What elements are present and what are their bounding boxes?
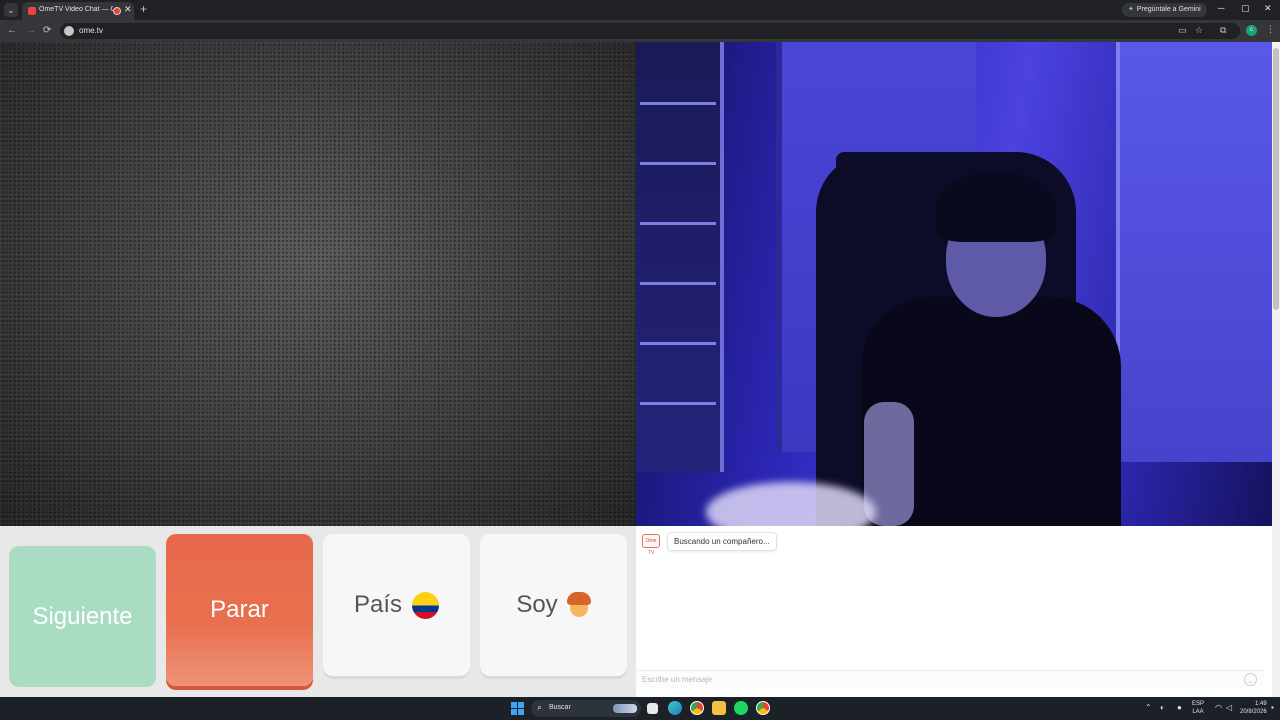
searching-status-message: Buscando un compañero...	[667, 532, 777, 551]
extensions-icon[interactable]: ⧉	[1220, 25, 1226, 36]
page-scrollbar[interactable]	[1272, 42, 1280, 697]
browser-menu-button[interactable]: ⋮	[1266, 24, 1275, 35]
close-window-button[interactable]: ✕	[1264, 3, 1272, 14]
gender-button-label: Soy	[516, 591, 558, 618]
recording-indicator-icon	[113, 7, 121, 15]
video-shelf	[636, 42, 724, 472]
emoji-picker-icon[interactable]	[1244, 673, 1257, 686]
gender-button[interactable]: Soy	[480, 534, 627, 676]
browser-tabstrip: ⌄ OmeTV Video Chat — Ome ✕ + ✦Pregúntale…	[0, 0, 1280, 20]
tab-title: OmeTV Video Chat — Ome	[39, 6, 113, 13]
boy-emoji-icon	[566, 592, 591, 618]
address-bar[interactable]: ome.tv ▭ ☆ ⧉	[60, 23, 1240, 39]
chrome-profile-icon[interactable]	[756, 701, 770, 715]
url-text: ome.tv	[79, 26, 104, 35]
forward-button[interactable]: →	[26, 25, 36, 36]
next-button[interactable]: Siguiente	[9, 546, 156, 687]
tray-overflow-icon[interactable]: ⌃	[1145, 703, 1152, 712]
bookmark-star-icon[interactable]: ☆	[1195, 25, 1203, 36]
notifications-icon[interactable]: ▪	[1271, 703, 1274, 712]
video-person-hair	[936, 172, 1056, 242]
ometv-page: Siguiente Parar País ☝ Soy Ome TV Buscan…	[0, 42, 1280, 697]
windows-start-icon[interactable]	[511, 702, 524, 715]
file-explorer-icon[interactable]	[712, 701, 726, 715]
country-button-label: País	[353, 591, 403, 618]
stop-button-label: Parar	[210, 596, 269, 623]
clock[interactable]: 1:49 20/8/2026	[1240, 700, 1267, 716]
scrollbar-thumb[interactable]	[1273, 48, 1279, 310]
language-code: ESP	[1192, 701, 1205, 707]
new-tab-button[interactable]: +	[140, 2, 147, 16]
clock-time: 1:49	[1255, 701, 1267, 707]
keyboard-layout: LAA	[1192, 709, 1204, 715]
windows-taskbar: ⌕ Buscar ⌃ ◐ ● ESP LAA ◠ ◁ 1:49 20/8/202…	[0, 697, 1280, 720]
task-view-icon[interactable]	[647, 703, 658, 714]
search-highlight-image	[613, 704, 637, 713]
browser-tab-ometv[interactable]: OmeTV Video Chat — Ome ✕	[22, 2, 134, 20]
browser-toolbar: ← → ⟳ ome.tv ▭ ☆ ⧉ c ⋮	[0, 20, 1280, 42]
search-icon: ⌕	[537, 702, 543, 712]
message-input[interactable]	[636, 670, 1264, 688]
back-button[interactable]: ←	[7, 25, 17, 36]
language-indicator[interactable]: ESP LAA	[1192, 700, 1204, 716]
ometv-logo-icon: Ome TV	[642, 534, 660, 556]
taskbar-search[interactable]: ⌕ Buscar	[531, 700, 641, 717]
minimize-button[interactable]: ─	[1218, 3, 1224, 13]
taskbar-search-label: Buscar	[549, 704, 571, 711]
video-door-right	[1116, 42, 1272, 462]
country-button[interactable]: País ☝	[323, 534, 743, 676]
partner-video-static	[0, 42, 636, 526]
cast-icon[interactable]: ▭	[1178, 25, 1187, 36]
text-chat-panel: Ome TV Buscando un compañero...	[636, 526, 1272, 697]
volume-icon[interactable]: ◁	[1226, 703, 1232, 712]
site-info-icon[interactable]	[64, 26, 74, 36]
maximize-button[interactable]: ▢	[1241, 3, 1250, 14]
microphone-icon[interactable]: ●	[1177, 703, 1182, 712]
gemini-icon: ✦	[1128, 6, 1134, 13]
tray-app-icon[interactable]: ◐	[1160, 703, 1165, 712]
spotify-icon[interactable]	[734, 701, 748, 715]
chrome-icon[interactable]	[690, 701, 704, 715]
stop-button[interactable]: Parar	[166, 534, 313, 686]
reload-button[interactable]: ⟳	[43, 25, 51, 36]
tab-close-button[interactable]: ✕	[124, 4, 132, 15]
profile-avatar[interactable]: c	[1246, 25, 1257, 36]
ask-gemini-button[interactable]: ✦ Pregúntale a Gemini	[1122, 3, 1207, 17]
colombia-flag-icon	[412, 591, 440, 619]
self-camera-video	[636, 42, 1272, 526]
chat-controls: Siguiente Parar País ☝ Soy	[0, 526, 743, 697]
next-button-label: Siguiente	[32, 602, 133, 630]
ometv-favicon-icon	[28, 7, 36, 15]
edge-icon[interactable]	[668, 701, 682, 715]
ask-gemini-label: Pregúntale a Gemini	[1136, 6, 1201, 13]
wifi-icon[interactable]: ◠	[1215, 703, 1222, 712]
clock-date: 20/8/2026	[1240, 709, 1267, 715]
tab-search-button[interactable]: ⌄	[4, 3, 18, 17]
